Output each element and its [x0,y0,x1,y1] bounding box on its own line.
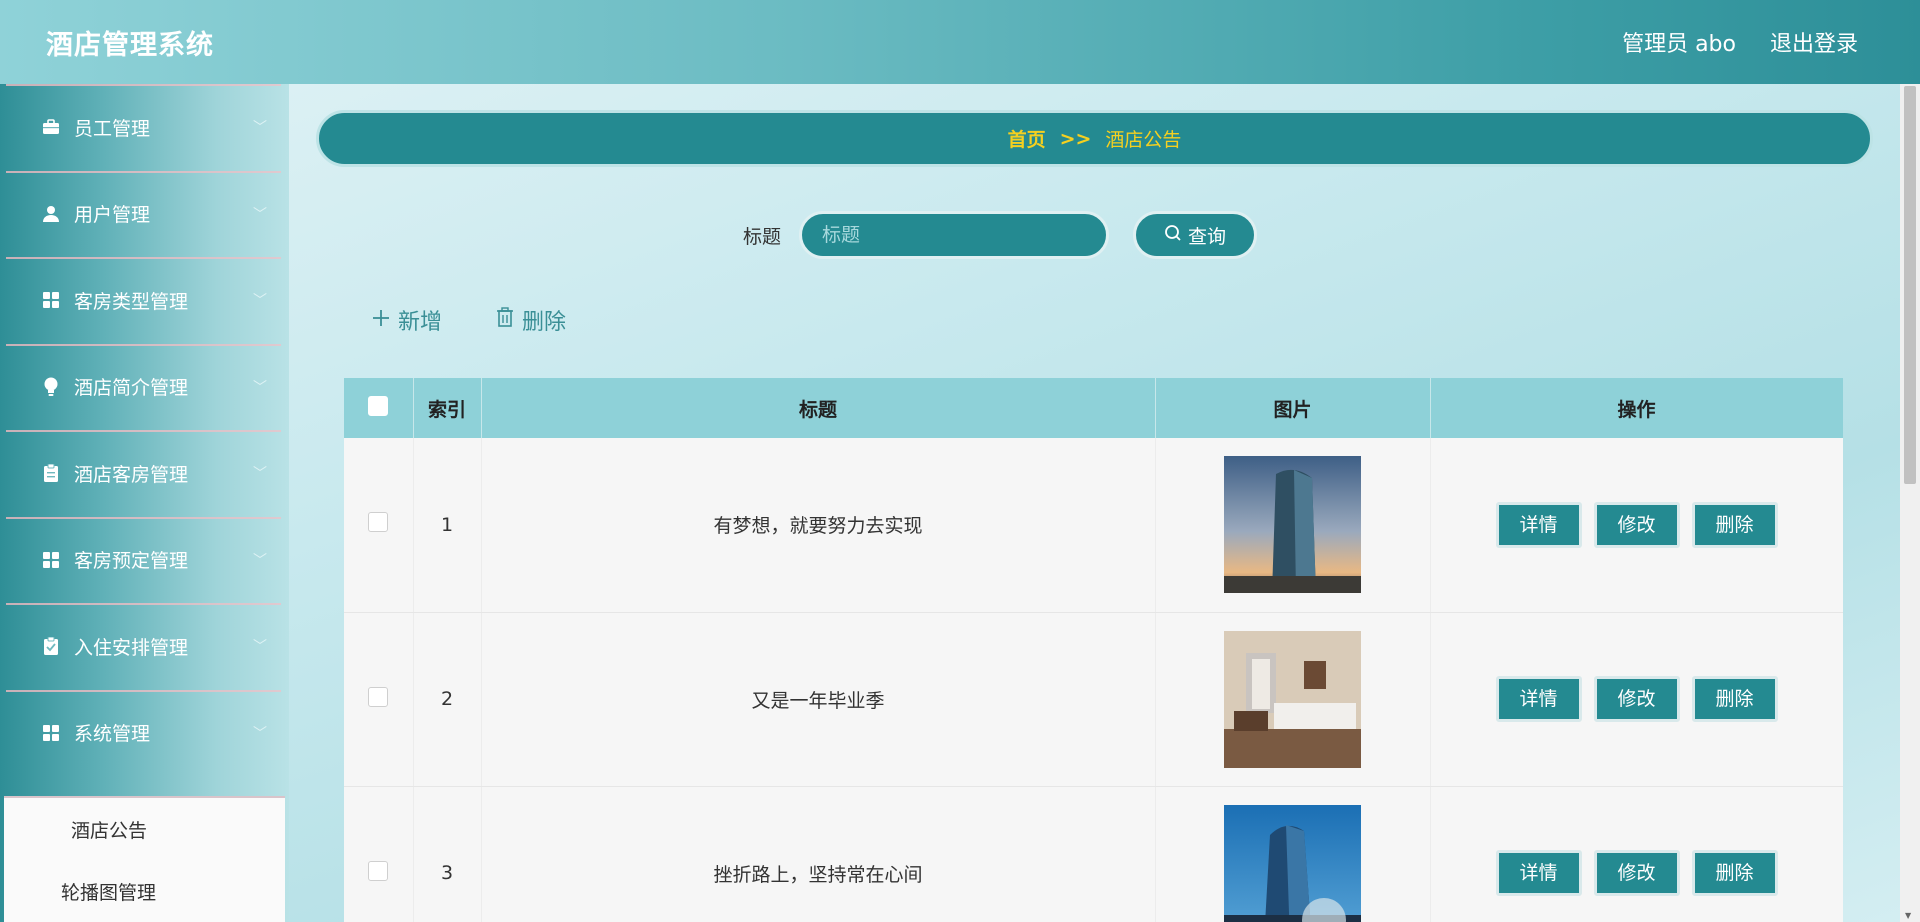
column-header-title: 标题 [481,378,1156,438]
grid-icon [40,722,62,744]
cell-title: 又是一年毕业季 [481,612,1156,787]
submenu-item-carousel[interactable]: 轮播图管理 [4,860,285,922]
clipboard-icon [40,462,62,484]
sidebar-item-label: 员工管理 [74,117,151,140]
detail-button[interactable]: 详情 [1495,501,1582,548]
detail-button[interactable]: 详情 [1495,676,1582,722]
search-button-label: 查询 [1187,225,1226,248]
sidebar-item-staff[interactable]: 员工管理 ﹀ [0,84,289,171]
submenu-item-notices[interactable]: 酒店公告 [4,798,285,860]
add-button-label: 新增 [398,310,443,335]
row-delete-button[interactable]: 删除 [1691,676,1778,722]
sidebar-item-label: 客房预定管理 [74,550,189,573]
top-header: 酒店管理系统 管理员 abo 退出登录 [0,0,1920,84]
table-row: 3 挫折路上，坚持常在心间 详情修改 删除 [344,786,1843,922]
breadcrumb: 首页 >> 酒店公告 [316,110,1873,167]
cell-title: 有梦想，就要努力去实现 [481,438,1156,613]
row-checkbox[interactable] [368,860,389,881]
cell-index: 3 [413,786,482,922]
briefcase-icon [40,116,62,138]
chevron-down-icon: ﹀ [253,120,267,137]
search-button[interactable]: 查询 [1133,211,1257,259]
cell-index: 2 [413,612,482,787]
cell-title: 挫折路上，坚持常在心间 [481,786,1156,922]
chevron-down-icon: ﹀ [253,293,267,310]
sidebar-item-room-types[interactable]: 客房类型管理 ﹀ [0,257,289,344]
trash-icon [496,307,514,333]
detail-button[interactable]: 详情 [1495,850,1582,896]
lightbulb-icon [40,376,62,398]
sidebar-item-reservations[interactable]: 客房预定管理 ﹀ [0,516,289,604]
sidebar-item-checkin[interactable]: 入住安排管理 ﹀ [0,603,289,690]
row-delete-button[interactable]: 删除 [1691,501,1778,548]
system-submenu: 酒店公告 轮播图管理 [4,796,285,922]
hotel-night-photo [1224,804,1361,922]
add-button[interactable]: 新增 [372,304,442,336]
header-right: 管理员 abo 退出登录 [1622,26,1858,58]
chevron-up-icon: ﹀ [253,725,267,742]
row-checkbox[interactable] [368,686,389,707]
row-checkbox[interactable] [368,512,389,533]
logout-button[interactable]: 退出登录 [1770,26,1858,58]
chevron-down-icon: ﹀ [253,379,267,396]
breadcrumb-current: 酒店公告 [1105,129,1182,151]
cell-index: 1 [413,438,482,613]
search-bar: 标题 查询 [0,210,1920,260]
table-header-row: 索引 标题 图片 操作 [344,378,1843,438]
breadcrumb-separator: >> [1059,127,1092,150]
sidebar-item-rooms[interactable]: 酒店客房管理 ﹀ [0,430,289,517]
sidebar-item-label: 酒店客房管理 [74,463,189,486]
sidebar-item-hotel-intro[interactable]: 酒店简介管理 ﹀ [0,343,289,431]
toolbar-actions: 新增 删除 [372,304,566,336]
chevron-down-icon: ﹀ [253,552,267,569]
delete-button-label: 删除 [522,310,567,335]
app-title: 酒店管理系统 [46,29,214,61]
title-search-input[interactable] [799,211,1109,259]
hotel-room-photo [1224,630,1361,768]
row-delete-button[interactable]: 删除 [1691,850,1778,896]
clipboard-check-icon [40,635,62,657]
select-all-header [344,378,414,438]
table-row: 2 又是一年毕业季 详情 修改 删除 [344,612,1843,787]
search-label: 标题 [742,225,781,248]
edit-button[interactable]: 修改 [1593,850,1680,896]
grid-icon [40,289,62,311]
hotel-tower-photo [1224,456,1361,594]
scrollbar-thumb[interactable] [1904,86,1916,484]
delete-button[interactable]: 删除 [496,304,566,336]
scroll-down-icon[interactable]: ▼ [1905,911,1911,920]
sidebar-item-label: 客房类型管理 [74,290,189,313]
sidebar-item-label: 系统管理 [74,723,151,746]
edit-button[interactable]: 修改 [1593,501,1680,548]
search-icon [1164,224,1182,247]
table-row: 1 有梦想，就要努力去实现 详情 修改 删除 [344,438,1843,613]
sidebar-item-system[interactable]: 系统管理 ﹀ [0,689,289,777]
column-header-image: 图片 [1155,378,1431,438]
chevron-down-icon: ﹀ [253,639,267,656]
plus-icon [372,308,390,333]
sidebar-item-label: 酒店简介管理 [74,377,189,400]
grid-icon [40,549,62,571]
notice-table: 索引 标题 图片 操作 1 有梦想，就要努力去实现 详情 修改 删除 2 又是一… [344,378,1843,922]
edit-button[interactable]: 修改 [1593,676,1680,722]
column-header-actions: 操作 [1430,378,1843,438]
admin-user-label[interactable]: 管理员 abo [1622,26,1736,58]
breadcrumb-home[interactable]: 首页 [1008,125,1046,152]
sidebar-item-label: 入住安排管理 [74,636,189,659]
column-header-index: 索引 [413,378,482,438]
select-all-checkbox[interactable] [368,395,389,416]
chevron-down-icon: ﹀ [253,466,267,483]
